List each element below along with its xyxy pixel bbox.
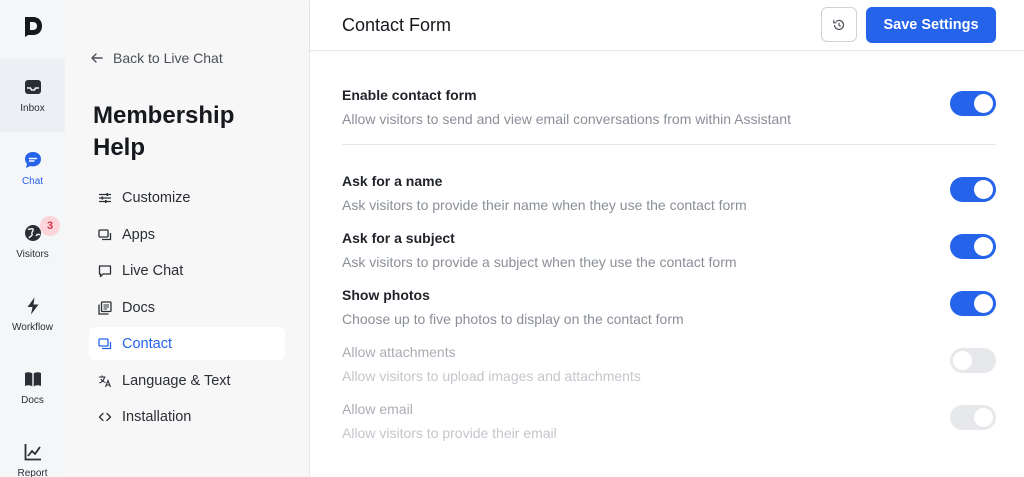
message-icon (98, 264, 112, 277)
sidebar-item-label: Installation (122, 408, 192, 425)
ask-for-subject-toggle[interactable] (950, 234, 996, 259)
setting-show-photos: Show photos Choose up to five photos to … (342, 287, 996, 327)
rail-item-workflow[interactable]: Workflow (0, 278, 65, 351)
sidebar-item-apps[interactable]: Apps (89, 218, 285, 251)
bolt-icon (27, 297, 38, 315)
sidebar-item-label: Docs (122, 299, 156, 316)
rail-item-report[interactable]: Report (0, 424, 65, 477)
rail-label-inbox: Inbox (20, 103, 45, 114)
setting-description: Choose up to five photos to display on t… (342, 311, 684, 327)
setting-title: Ask for a name (342, 173, 443, 189)
page-header: Contact Form Save Settings (310, 0, 1024, 51)
sidebar-item-customize[interactable]: Customize (89, 181, 285, 214)
logo-icon (24, 17, 42, 37)
setting-description: Allow visitors to provide their email (342, 425, 557, 441)
sidebar-item-label: Apps (122, 226, 156, 243)
page-title: Contact Form (342, 15, 452, 35)
setting-description: Ask visitors to provide their name when … (342, 197, 747, 213)
save-settings-button[interactable]: Save Settings (866, 7, 996, 43)
app-rail: Inbox Chat Visitors 3 Workflow Docs Repo… (0, 0, 65, 477)
allow-email-toggle[interactable] (950, 405, 996, 430)
setting-ask-for-name: Ask for a name Ask visitors to provide t… (342, 173, 996, 213)
back-to-live-chat-link[interactable]: Back to Live Chat (90, 48, 223, 68)
rail-label-docs: Docs (21, 395, 44, 406)
setting-description: Allow visitors to upload images and atta… (342, 368, 641, 384)
sidebar-item-label: Customize (122, 189, 191, 206)
section-divider (342, 144, 996, 145)
sidebar-item-installation[interactable]: Installation (89, 400, 285, 433)
setting-title: Allow email (342, 401, 413, 417)
sidebar-title: Membership Help (93, 102, 235, 161)
brand-logo[interactable] (0, 0, 65, 52)
setting-description: Ask visitors to provide a subject when t… (342, 254, 737, 270)
setting-enable-contact-form: Enable contact form Allow visitors to se… (342, 87, 996, 127)
translate-icon (99, 375, 112, 387)
reset-button[interactable] (821, 7, 857, 42)
rail-item-chat[interactable]: Chat (0, 132, 65, 205)
enable-contact-form-toggle[interactable] (950, 91, 996, 116)
ask-for-name-toggle[interactable] (950, 177, 996, 202)
history-icon (833, 19, 845, 30)
sidebar-item-label: Contact (122, 335, 172, 352)
back-link-label: Back to Live Chat (113, 50, 223, 66)
rail-label-workflow: Workflow (12, 322, 53, 333)
sidebar-item-language-text[interactable]: Language & Text (89, 364, 285, 397)
sidebar-item-label: Language & Text (122, 372, 231, 389)
rail-item-inbox[interactable]: Inbox (0, 59, 65, 132)
rail-label-visitors: Visitors (16, 249, 49, 260)
setting-title: Enable contact form (342, 87, 477, 103)
sidebar-item-label: Live Chat (122, 262, 184, 279)
allow-attachments-toggle[interactable] (950, 348, 996, 373)
docs-icon (98, 300, 112, 315)
sidebar-item-contact[interactable]: Contact (89, 327, 285, 360)
rail-label-chat: Chat (21, 176, 44, 187)
chat-icon (24, 152, 41, 168)
arrow-left-icon (91, 53, 103, 63)
setting-title: Allow attachments (342, 344, 456, 360)
setting-ask-for-subject: Ask for a subject Ask visitors to provid… (342, 230, 996, 270)
setting-allow-email: Allow email Allow visitors to provide th… (342, 401, 996, 441)
rail-label-report: Report (17, 468, 48, 477)
visitors-count-badge: 3 (40, 216, 60, 236)
chart-icon (24, 444, 41, 461)
setting-title: Show photos (342, 287, 430, 303)
sliders-icon (99, 192, 111, 203)
settings-sidebar: Back to Live Chat Membership Help Custom… (65, 0, 310, 477)
setting-allow-attachments: Allow attachments Allow visitors to uplo… (342, 344, 996, 384)
inbox-icon (24, 80, 41, 94)
rail-item-visitors[interactable]: Visitors 3 (0, 205, 65, 278)
main-panel: Contact Form Save Settings Enable contac… (310, 0, 1024, 477)
contact-icon (98, 337, 112, 349)
sidebar-item-docs[interactable]: Docs (89, 291, 285, 324)
show-photos-toggle[interactable] (950, 291, 996, 316)
sidebar-item-live-chat[interactable]: Live Chat (89, 254, 285, 287)
rail-item-docs[interactable]: Docs (0, 351, 65, 424)
book-icon (24, 372, 41, 387)
setting-title: Ask for a subject (342, 230, 455, 246)
code-icon (98, 412, 112, 421)
setting-description: Allow visitors to send and view email co… (342, 111, 791, 127)
apps-icon (98, 228, 112, 240)
